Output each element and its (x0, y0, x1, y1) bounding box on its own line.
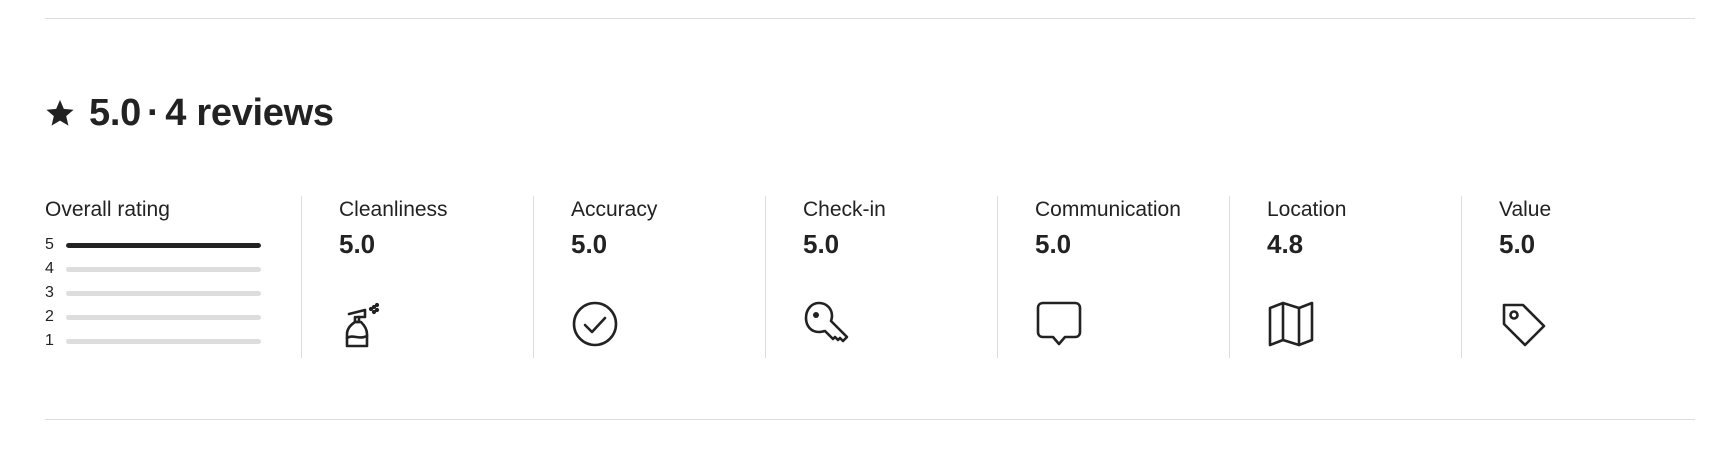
category-score: 5.0 (1499, 229, 1536, 259)
category-score: 5.0 (571, 229, 608, 259)
overall-rating: Overall rating 5 4 3 2 1 (45, 196, 302, 358)
chat-bubble-icon (1035, 300, 1083, 348)
category-score: 5.0 (1035, 229, 1072, 259)
category-communication: Communication 5.0 (998, 196, 1230, 358)
rating-bar-fill (66, 242, 261, 248)
rating-summary: 5.0 · 4 reviews (45, 88, 334, 138)
review-count-link[interactable]: 4 reviews (165, 92, 334, 134)
rating-bar-track (66, 266, 261, 272)
rating-bar-row: 5 (45, 233, 261, 257)
overall-rating-title: Overall rating (45, 198, 170, 221)
category-label: Value (1499, 198, 1552, 221)
rating-headline: 5.0 · 4 reviews (89, 92, 334, 135)
rating-bar-label: 2 (45, 308, 54, 325)
map-icon (1267, 300, 1315, 348)
category-label: Location (1267, 198, 1347, 221)
category-score: 4.8 (1267, 229, 1304, 259)
rating-bar-row: 1 (45, 329, 261, 353)
category-location: Location 4.8 (1230, 196, 1462, 358)
check-circle-icon (571, 300, 619, 348)
category-accuracy: Accuracy 5.0 (534, 196, 766, 358)
top-divider (45, 18, 1695, 19)
separator-dot: · (146, 91, 160, 134)
bottom-divider (45, 419, 1695, 420)
price-tag-icon (1499, 300, 1547, 348)
category-label: Check-in (803, 198, 886, 221)
key-icon (803, 300, 851, 348)
category-label: Accuracy (571, 198, 658, 221)
category-score: 5.0 (339, 229, 376, 259)
rating-bar-label: 3 (45, 284, 54, 301)
rating-bar-track (66, 290, 261, 296)
category-label: Cleanliness (339, 198, 448, 221)
category-value: Value 5.0 (1462, 196, 1694, 358)
rating-distribution: 5 4 3 2 1 (45, 233, 261, 353)
category-label: Communication (1035, 198, 1181, 221)
category-check-in: Check-in 5.0 (766, 196, 998, 358)
rating-bar-track (66, 314, 261, 320)
rating-bar-row: 2 (45, 305, 261, 329)
rating-bar-label: 5 (45, 236, 54, 253)
rating-categories: Overall rating 5 4 3 2 1 Cleanliness 5.0… (45, 196, 1695, 358)
rating-bar-row: 3 (45, 281, 261, 305)
rating-bar-label: 1 (45, 332, 54, 349)
average-rating: 5.0 (89, 91, 141, 134)
star-icon (46, 99, 74, 126)
rating-bar-row: 4 (45, 257, 261, 281)
rating-bar-label: 4 (45, 260, 54, 277)
spray-bottle-icon (339, 300, 387, 348)
rating-bar-track (66, 338, 261, 344)
rating-bar-track (66, 242, 261, 248)
category-score: 5.0 (803, 229, 840, 259)
category-cleanliness: Cleanliness 5.0 (302, 196, 534, 358)
